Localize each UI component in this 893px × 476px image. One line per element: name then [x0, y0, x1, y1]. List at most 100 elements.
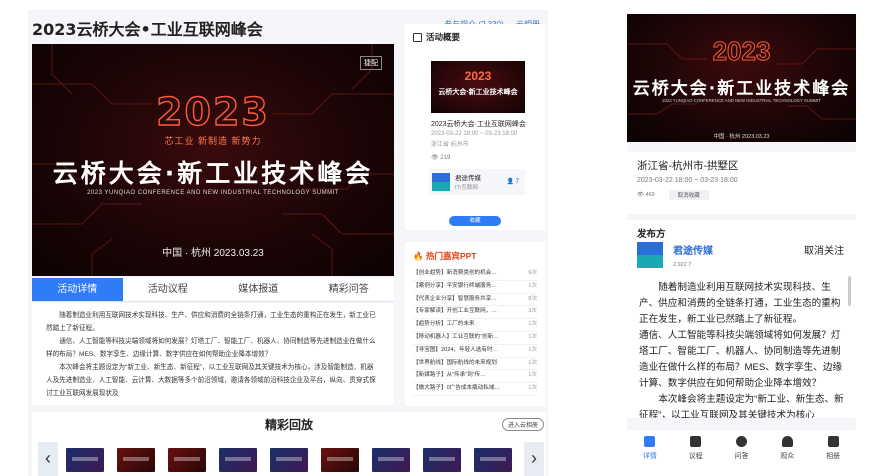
- tab-event-details[interactable]: 活动详情: [32, 278, 123, 301]
- overview-heading: 活动概要: [405, 24, 545, 47]
- overview-poster[interactable]: 2023 云桥大会·新工业技术峰会: [431, 61, 525, 113]
- document-icon: [413, 32, 422, 42]
- enter-cloud-album-button[interactable]: 进入云相册: [501, 418, 544, 431]
- mobile-info-row: 👁 469 取消收藏: [637, 190, 846, 200]
- unfollow-button[interactable]: 取消关注: [804, 242, 844, 257]
- publisher-stats: 2,922 7: [673, 262, 692, 268]
- poster-name: 云桥大会·新工业技术峰会: [438, 89, 518, 96]
- list-item[interactable]: 【新媒路子】从“传承”到“传… 1次: [413, 370, 537, 384]
- fans-count: 7: [515, 179, 519, 185]
- collect-button[interactable]: 收藏: [449, 216, 501, 226]
- mobile-article: 随着制造业利用互联网技术实现科技、生产、供应和消费的全链条打通，工业生态的重构正…: [627, 270, 856, 418]
- mobile-views: 👁 469: [637, 192, 655, 198]
- people-icon: [781, 436, 793, 447]
- mobile-banner-name: 云桥大会·新工业技术峰会: [632, 79, 851, 99]
- tab-agenda[interactable]: 活动议程: [123, 278, 214, 301]
- list-item[interactable]: 【趋势分析】工厂的未来 1次: [413, 319, 537, 332]
- list-item[interactable]: 【创业趋势】新消费类创的机会… 9次: [413, 268, 537, 281]
- organizer-category: IT/互联网: [455, 185, 478, 191]
- overview-heading-label: 活动概要: [426, 32, 461, 42]
- mobile-info-card: 浙江省-杭州市-拱墅区 2023-03-22 18:00 ~ 03-23 18:…: [627, 152, 856, 214]
- overview-location: 浙江省 杭州市: [431, 142, 469, 148]
- replay-thumbnail[interactable]: [270, 448, 308, 472]
- organizer-logo: [432, 173, 450, 191]
- nav-label: 问答: [734, 453, 749, 460]
- replay-thumbnail[interactable]: [423, 448, 461, 472]
- desktop-page: 2023云桥大会•工业互联网峰会 参与观众 (2,330) 云相册 捷配 202…: [28, 10, 548, 476]
- article-paragraph: 本次峰会将主题设定为“新工业、新生态、新征程”，以工业互联网及其关键技术为核心，…: [46, 364, 376, 397]
- list-item[interactable]: 【世界航线】国际航线的未来规划 1次: [413, 358, 537, 371]
- hot-ppt-list: 【创业趋势】新消费类创的机会… 9次 【案例分享】平安银行终端服务… 1次 【代表企…: [405, 268, 545, 396]
- nav-details[interactable]: 详情: [627, 430, 673, 476]
- organizer-fans: 👤 7: [506, 179, 519, 185]
- mobile-banner-place: 中国 · 杭州 2023.03.23: [713, 134, 770, 140]
- hot-ppt-card: 🔥 热门嘉宾PPT 【创业趋势】新消费类创的机会… 9次 【案例分享】平安银行终端…: [405, 242, 545, 406]
- organizer-box[interactable]: 君途传媒 IT/互联网 👤 7: [429, 169, 525, 195]
- replay-thumbnail[interactable]: [321, 448, 359, 472]
- list-item[interactable]: 【寻宝图】2024，年轻人选有时… 1次: [413, 345, 537, 358]
- nav-audience[interactable]: 观众: [764, 430, 810, 476]
- mobile-banner-year: 2023: [712, 36, 771, 67]
- article-paragraph: 通信、人工智能等科技尖端领域将如何发展？灯塔工厂、智能工厂、机器人、协同制造等先…: [46, 338, 376, 358]
- hot-ppt-heading-label: 热门嘉宾PPT: [425, 251, 477, 261]
- list-item[interactable]: 【专家解读】开创工业互联网，… 3次: [413, 306, 537, 320]
- overview-time: 2023-03-22 18:00 ~ 03-23 18:00: [431, 131, 518, 137]
- publisher-label: 发布方: [637, 229, 666, 240]
- detail-tabs: 活动详情 活动议程 媒体报道 精彩问答: [32, 278, 394, 302]
- scrollbar[interactable]: [848, 276, 851, 306]
- tab-media-reports[interactable]: 媒体报道: [213, 278, 304, 301]
- mobile-page: 2023 云桥大会·新工业技术峰会 2023 YUNQIAO CONFERENC…: [627, 14, 856, 476]
- replay-thumbnail[interactable]: [168, 448, 206, 472]
- article-paragraph: 通信、人工智能等科技尖端领域将如何发展？灯塔工厂、智能工厂、机器人、协同制造等先…: [639, 330, 843, 389]
- publisher-logo[interactable]: [637, 242, 663, 268]
- banner-place-date: 中国 · 杭州 2023.03.23: [162, 248, 264, 259]
- overview-card: 活动概要 2023 云桥大会·新工业技术峰会 2023云桥大会·工业互联网峰会 …: [405, 24, 545, 230]
- list-item[interactable]: 【案例分享】平安银行终端服务… 1次: [413, 281, 537, 294]
- replay-thumbnail[interactable]: [117, 448, 155, 472]
- nav-label: 议程: [688, 453, 703, 460]
- carousel-next-button[interactable]: ›: [524, 442, 544, 476]
- tab-qa[interactable]: 精彩问答: [304, 278, 395, 301]
- event-banner: 捷配 2023 芯工业 新制造 新势力 云桥大会·新工业技术峰会 2023 YU…: [32, 44, 394, 276]
- replay-section: 精彩回放 进入云相册 ‹ ›: [32, 412, 546, 476]
- sponsor-logo: 捷配: [360, 56, 382, 70]
- article-paragraph: 随着制造业利用互联网技术实现科技、生产、供应和消费的全链条打通，工业生态的重构正…: [46, 312, 376, 332]
- banner-tagline: 芯工业 新制造 新势力: [164, 136, 262, 146]
- mobile-banner-english: 2023 YUNQIAO CONFERENCE AND NEW INDUSTRI…: [662, 98, 821, 103]
- mobile-views-count: 469: [645, 192, 655, 198]
- replay-thumbnails: [66, 448, 512, 472]
- views-count: 219: [440, 155, 451, 161]
- carousel-prev-button[interactable]: ‹: [38, 442, 58, 476]
- replay-thumbnail[interactable]: [372, 448, 410, 472]
- mobile-location: 浙江省-杭州市-拱墅区: [637, 160, 739, 172]
- detail-icon: [644, 436, 656, 447]
- album-icon: [827, 436, 839, 447]
- list-item[interactable]: 【代表企业分享】智慧服务共享… 8次: [413, 294, 537, 307]
- list-item[interactable]: 【做大路子】0广告成本撬动私域… 1次: [413, 383, 537, 396]
- list-item[interactable]: 【移动机器人】工业互联的“创新… 1次: [413, 332, 537, 345]
- overview-event-name[interactable]: 2023云桥大会·工业互联网峰会: [405, 113, 545, 129]
- nav-label: 相册: [826, 453, 841, 460]
- event-description: 随着制造业利用互联网技术实现科技、生产、供应和消费的全链条打通，工业生态的重构正…: [32, 303, 394, 405]
- banner-english-name: 2023 YUNQIAO CONFERENCE AND NEW INDUSTRI…: [87, 190, 339, 196]
- mobile-banner: 2023 云桥大会·新工业技术峰会 2023 YUNQIAO CONFERENC…: [627, 14, 856, 142]
- nav-album[interactable]: 相册: [810, 430, 856, 476]
- question-icon: [735, 436, 747, 447]
- banner-year: 2023: [155, 89, 270, 134]
- poster-year: 2023: [464, 69, 492, 83]
- page-title: 2023云桥大会•工业互联网峰会: [32, 20, 263, 39]
- nav-label: 详情: [642, 453, 657, 460]
- replay-title: 精彩回放: [264, 418, 313, 432]
- replay-thumbnail[interactable]: [474, 448, 512, 472]
- article-paragraph: 本次峰会将主题设定为“新工业、新生态、新征程”，以工业互联网及其关键技术为核心: [639, 394, 844, 418]
- hot-ppt-heading: 🔥 热门嘉宾PPT: [413, 251, 477, 261]
- publisher-name[interactable]: 君途传媒: [673, 242, 713, 257]
- organizer-name: 君途传媒: [455, 175, 481, 182]
- nav-qa[interactable]: 问答: [719, 430, 765, 476]
- replay-thumbnail[interactable]: [219, 448, 257, 472]
- cancel-collect-button[interactable]: 取消收藏: [668, 190, 709, 200]
- mobile-time: 2023-03-22 18:00 ~ 03-23 18:00: [637, 177, 738, 184]
- nav-agenda[interactable]: 议程: [673, 430, 719, 476]
- replay-thumbnail[interactable]: [66, 448, 104, 472]
- article-paragraph: 随着制造业利用互联网技术实现科技、生产、供应和消费的全链条打通，工业生态的重构正…: [639, 282, 841, 325]
